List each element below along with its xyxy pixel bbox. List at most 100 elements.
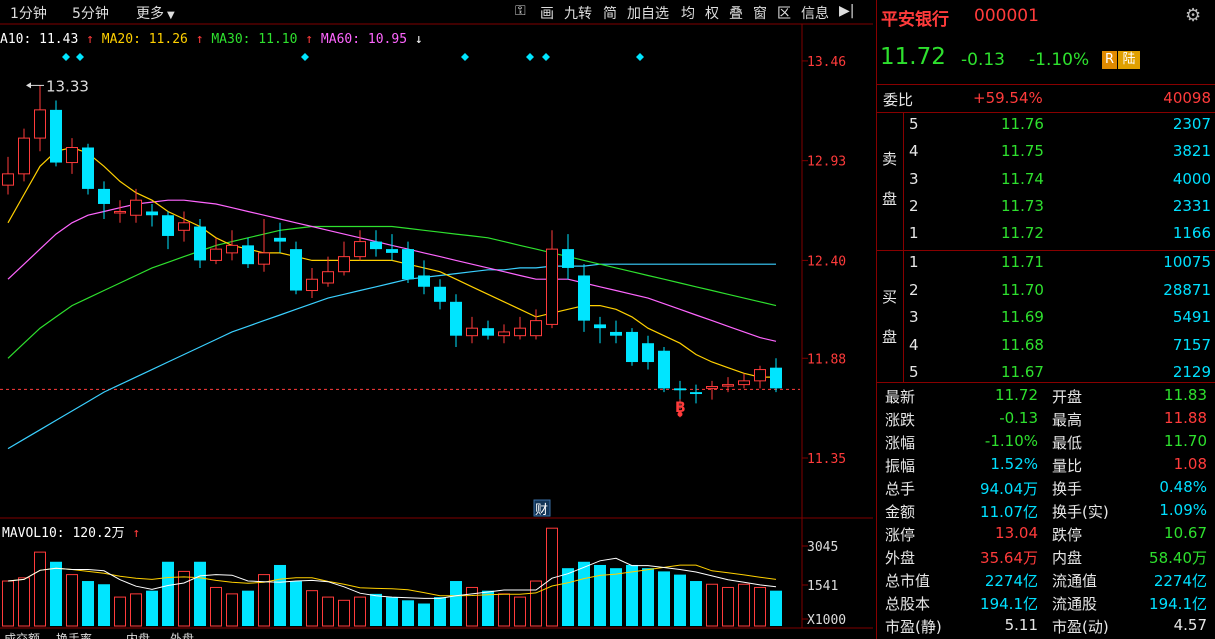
stat-label: 振幅 xyxy=(885,457,916,475)
buy-price-1[interactable]: 11.71 xyxy=(1001,253,1044,271)
price-change: -0.13 xyxy=(961,50,1005,70)
period-1min-button[interactable]: 1分钟 xyxy=(10,3,47,23)
sell-level-4[interactable]: 2 xyxy=(909,197,919,215)
tool-simple[interactable]: 简 xyxy=(603,3,617,23)
sell-level-3[interactable]: 3 xyxy=(909,170,919,188)
vol-tick-label: 3045 xyxy=(807,540,838,555)
stat-value: -0.13 xyxy=(999,409,1038,427)
ma10-arrow-icon: ↑ xyxy=(86,32,94,47)
weibi-label: 委比 xyxy=(883,91,914,109)
stat-value: -1.10% xyxy=(984,432,1038,450)
volume-bar xyxy=(2,580,14,627)
buy-price-2[interactable]: 11.70 xyxy=(1001,281,1044,299)
sell-price-4[interactable]: 11.73 xyxy=(1001,197,1044,215)
volume-bar xyxy=(658,571,670,626)
volume-bar xyxy=(562,568,574,626)
stat-label: 最高 xyxy=(1052,411,1083,429)
lock-icon[interactable]: ⚿ xyxy=(515,3,526,19)
stat-label: 涨停 xyxy=(885,526,916,544)
kline-chart[interactable]: 13.46 12.93 12.40 11.88 11.35 3045 1541 X1000 13… xyxy=(0,0,873,639)
y-tick-label: 12.93 xyxy=(807,155,846,170)
stat-label: 总手 xyxy=(885,480,916,498)
event-diamond-icon xyxy=(461,53,469,61)
ma-indicator-line: A10: 11.43 ↑ MA20: 11.26 ↑ MA30: 11.10 ↑… xyxy=(0,32,423,47)
stat-value: 11.07亿 xyxy=(980,503,1038,521)
volume-bar xyxy=(674,574,686,626)
volume-bar xyxy=(626,564,638,626)
sell-price-1[interactable]: 11.76 xyxy=(1001,115,1044,133)
sell-volume-4: 2331 xyxy=(1172,196,1211,215)
candle-body xyxy=(770,367,782,389)
gear-icon[interactable]: ⚙ xyxy=(1185,5,1201,26)
sell-level-5[interactable]: 1 xyxy=(909,224,919,242)
tool-overlay[interactable]: 叠 xyxy=(729,3,743,23)
tab-turnover-amount[interactable]: 成交额 xyxy=(4,630,40,639)
volume-bar xyxy=(98,584,110,626)
buy-volume-3: 5491 xyxy=(1172,308,1211,326)
stat-label: 最新 xyxy=(885,388,916,406)
sell-price-5[interactable]: 11.72 xyxy=(1001,224,1044,242)
tool-range[interactable]: 区 xyxy=(777,3,791,23)
quote-panel: 平安银行 000001 ⚙ 11.72 -0.13 -1.10% R 陆 委比 … xyxy=(876,0,1215,639)
candle-body xyxy=(546,248,558,325)
vol-indicator-line: MAVOL10: 120.2万 ↑ xyxy=(2,522,140,541)
more-periods-button[interactable]: 更多 ▼ xyxy=(136,3,175,23)
sell-price-3[interactable]: 11.74 xyxy=(1001,170,1044,188)
volume-bar xyxy=(578,561,590,626)
divider xyxy=(877,382,1215,383)
candle-body xyxy=(338,256,350,273)
tool-draw[interactable]: 画 xyxy=(540,3,554,23)
buy-level-4[interactable]: 4 xyxy=(909,336,919,354)
lu-badge: 陆 xyxy=(1118,51,1140,69)
volume-bar xyxy=(210,586,222,627)
stat-value: 4.57 xyxy=(1173,616,1207,634)
stat-value: 2274亿 xyxy=(1153,572,1207,590)
tool-add-watchlist[interactable]: 加自选 xyxy=(627,3,669,23)
buy-level-2[interactable]: 2 xyxy=(909,281,919,299)
y-tick-label: 11.88 xyxy=(807,352,846,367)
buy-level-3[interactable]: 3 xyxy=(909,308,919,326)
sell-volume-2: 3821 xyxy=(1172,142,1211,161)
buy-level-1[interactable]: 1 xyxy=(909,253,919,271)
sell-price-2[interactable]: 11.75 xyxy=(1001,142,1044,160)
buy-price-5[interactable]: 11.67 xyxy=(1001,363,1044,381)
stat-value: 0.48% xyxy=(1159,478,1207,496)
buy-price-4[interactable]: 11.68 xyxy=(1001,336,1044,354)
event-diamond-icon xyxy=(76,53,84,61)
stat-value: 1.08 xyxy=(1173,455,1207,473)
candle-body xyxy=(674,388,686,391)
buy-level-5[interactable]: 5 xyxy=(909,363,919,381)
volume-bar xyxy=(290,581,302,626)
candle-body xyxy=(498,331,510,337)
tab-inner[interactable]: 内盘 xyxy=(126,630,150,639)
y-tick-label: 12.40 xyxy=(807,254,846,269)
tool-jiuzhuan[interactable]: 九转 xyxy=(564,3,592,23)
tool-window[interactable]: 窗 xyxy=(753,3,767,23)
tab-outer[interactable]: 外盘 xyxy=(170,630,194,639)
stat-label: 量比 xyxy=(1052,457,1083,475)
mavol-value: MAVOL10: 120.2万 xyxy=(2,526,125,541)
tab-turnover-rate[interactable]: 换手率 xyxy=(56,630,92,639)
ma10-line xyxy=(7,146,776,378)
tool-rights[interactable]: 权 xyxy=(705,3,719,23)
finance-marker-icon: 财 xyxy=(535,503,548,518)
stat-value: 1.09% xyxy=(1159,501,1207,519)
period-5min-button[interactable]: 5分钟 xyxy=(72,3,109,23)
chart-toolbar: 1分钟 5分钟 更多 ▼ ⚿ 画 九转 简 加自选 均 权 叠 窗 区 信息 ▶| xyxy=(0,0,873,24)
stat-label: 换手 xyxy=(1052,480,1083,498)
sell-level-2[interactable]: 4 xyxy=(909,142,919,160)
ma30-arrow-icon: ↑ xyxy=(305,32,314,47)
candle-body xyxy=(290,249,302,291)
candle-body xyxy=(626,331,638,363)
divider xyxy=(877,84,1215,85)
sell-volume-5: 1166 xyxy=(1172,224,1211,243)
sell-level-1[interactable]: 5 xyxy=(909,115,919,133)
volume-bar xyxy=(418,603,430,626)
volume-bar xyxy=(114,596,126,627)
buy-price-3[interactable]: 11.69 xyxy=(1001,308,1044,326)
volume-bar xyxy=(34,551,46,627)
volume-bar xyxy=(754,586,766,627)
collapse-panel-icon[interactable]: ▶| xyxy=(839,3,854,19)
tool-info[interactable]: 信息 xyxy=(801,3,829,23)
tool-average[interactable]: 均 xyxy=(681,3,695,23)
